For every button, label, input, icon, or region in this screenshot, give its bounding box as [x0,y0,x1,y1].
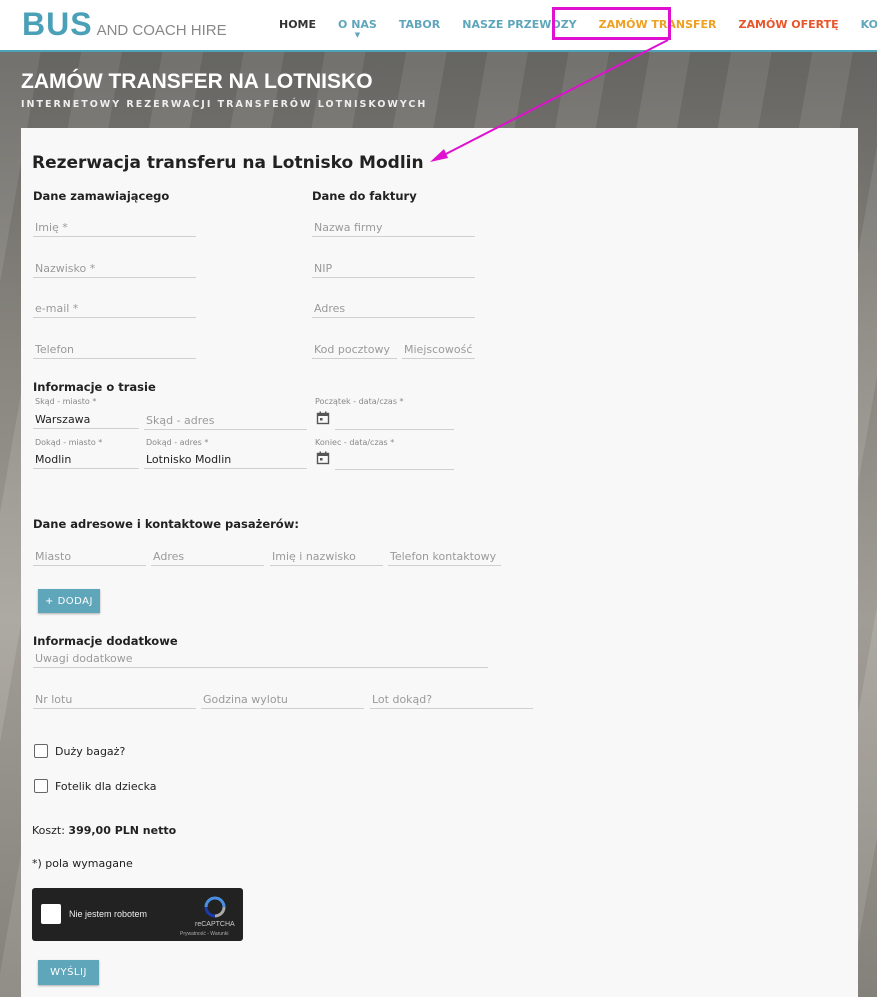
logo-subtitle: AND COACH HIRE [96,22,227,39]
big-luggage-label: Duży bagaż? [55,745,126,758]
flight-number-placeholder: Nr lotu [35,693,73,706]
start-datetime-label: Początek - data/czas * [315,397,404,406]
city-placeholder: Miejscowość [404,343,473,356]
annotation-highlight-box [552,7,671,40]
add-passenger-button[interactable]: + DODAJ [38,589,100,613]
invoice-section-title: Dane do faktury [312,189,417,203]
passenger-phone-placeholder: Telefon kontaktowy [390,550,497,563]
email-field[interactable]: e-mail * [33,298,196,318]
nav-contact[interactable]: KONTAKT [850,18,877,31]
company-placeholder: Nazwa firmy [314,221,383,234]
departure-time-field[interactable]: Godzina wylotu [201,689,364,709]
company-field[interactable]: Nazwa firmy [312,217,475,237]
to-address-field[interactable]: Lotnisko Modlin [144,449,307,469]
passenger-name-placeholder: Imię i nazwisko [272,550,356,563]
form-heading: Rezerwacja transferu na Lotnisko Modlin [32,153,424,173]
email-placeholder: e-mail * [35,302,79,315]
city-field[interactable]: Miejscowość [402,339,475,359]
recaptcha-terms-link[interactable]: Prywatność - Warunki [180,931,228,937]
from-city-value: Warszawa [35,413,91,426]
child-seat-checkbox[interactable] [34,779,48,793]
big-luggage-checkbox[interactable] [34,744,48,758]
start-datetime-field[interactable] [335,410,454,430]
to-address-value: Lotnisko Modlin [146,453,232,466]
postal-code-field[interactable]: Kod pocztowy [312,339,397,359]
route-section-title: Informacje o trasie [33,380,156,394]
logo-bus: BUS [22,6,93,42]
to-city-field[interactable]: Modlin [33,449,139,469]
site-header: BUS AND COACH HIRE HOME O NAS ▼ TABOR NASZ… [0,0,877,52]
passenger-city-placeholder: Miasto [35,550,72,563]
first-name-placeholder: Imię * [35,221,68,234]
from-city-field[interactable]: Warszawa [33,409,139,429]
flight-number-field[interactable]: Nr lotu [33,689,196,709]
nav-order-offer[interactable]: ZAMÓW OFERTĘ [728,18,850,31]
last-name-placeholder: Nazwisko * [35,262,96,275]
to-address-label: Dokąd - adres * [146,438,209,447]
invoice-address-placeholder: Adres [314,302,346,315]
recaptcha-checkbox[interactable] [41,904,61,924]
passenger-address-field[interactable]: Adres [151,546,264,566]
nip-field[interactable]: NIP [312,258,475,278]
recaptcha-logo-icon [204,896,226,918]
from-address-placeholder: Skąd - adres [146,414,215,427]
cost-value: 399,00 PLN netto [68,824,177,837]
cost-line: Koszt: 399,00 PLN netto [32,824,176,837]
from-address-field[interactable]: Skąd - adres [144,410,307,430]
to-city-value: Modlin [35,453,72,466]
passenger-name-field[interactable]: Imię i nazwisko [270,546,383,566]
passenger-city-field[interactable]: Miasto [33,546,146,566]
passenger-phone-field[interactable]: Telefon kontaktowy [388,546,501,566]
recaptcha-brand: reCAPTCHA [195,921,235,928]
nip-placeholder: NIP [314,262,333,275]
nav-fleet[interactable]: TABOR [388,18,451,31]
passengers-section-title: Dane adresowe i kontaktowe pasażerów: [33,517,299,531]
nav-home[interactable]: HOME [268,18,327,31]
departure-time-placeholder: Godzina wylotu [203,693,288,706]
phone-placeholder: Telefon [35,343,75,356]
submit-button[interactable]: WYŚLIJ [38,960,99,985]
required-note: *) pola wymagane [32,857,133,870]
recaptcha-label: Nie jestem robotem [69,909,148,919]
notes-field[interactable]: Uwagi dodatkowe [33,648,488,668]
flight-destination-placeholder: Lot dokąd? [372,693,433,706]
phone-field[interactable]: Telefon [33,339,196,359]
cost-label: Koszt: [32,824,65,837]
invoice-address-field[interactable]: Adres [312,298,475,318]
extra-section-title: Informacje dodatkowe [33,634,178,648]
recaptcha-widget: Nie jestem robotem reCAPTCHA Prywatność … [32,888,243,941]
chevron-down-icon: ▼ [354,30,361,39]
to-city-label: Dokąd - miasto * [35,438,103,447]
child-seat-label: Fotelik dla dziecka [55,780,157,793]
calendar-icon[interactable] [316,411,330,425]
first-name-field[interactable]: Imię * [33,217,196,237]
end-datetime-field[interactable] [335,450,454,470]
nav-about[interactable]: O NAS ▼ [327,17,388,39]
page-title: ZAMÓW TRANSFER NA LOTNISKO [21,70,373,93]
reservation-form-card: Rezerwacja transferu na Lotnisko Modlin … [21,128,858,997]
page-subtitle: INTERNETOWY REZERWACJI TRANSFERÓW LOTNIS… [21,99,428,110]
from-city-label: Skąd - miasto * [35,397,97,406]
nav-about-label: O NAS [338,17,377,31]
site-logo[interactable]: BUS AND COACH HIRE [22,6,227,43]
notes-placeholder: Uwagi dodatkowe [35,652,133,665]
postal-code-placeholder: Kod pocztowy [314,343,390,356]
last-name-field[interactable]: Nazwisko * [33,258,196,278]
flight-destination-field[interactable]: Lot dokąd? [370,689,533,709]
orderer-section-title: Dane zamawiającego [33,189,170,203]
end-datetime-label: Koniec - data/czas * [315,438,395,447]
calendar-icon[interactable] [316,451,330,465]
passenger-address-placeholder: Adres [153,550,185,563]
